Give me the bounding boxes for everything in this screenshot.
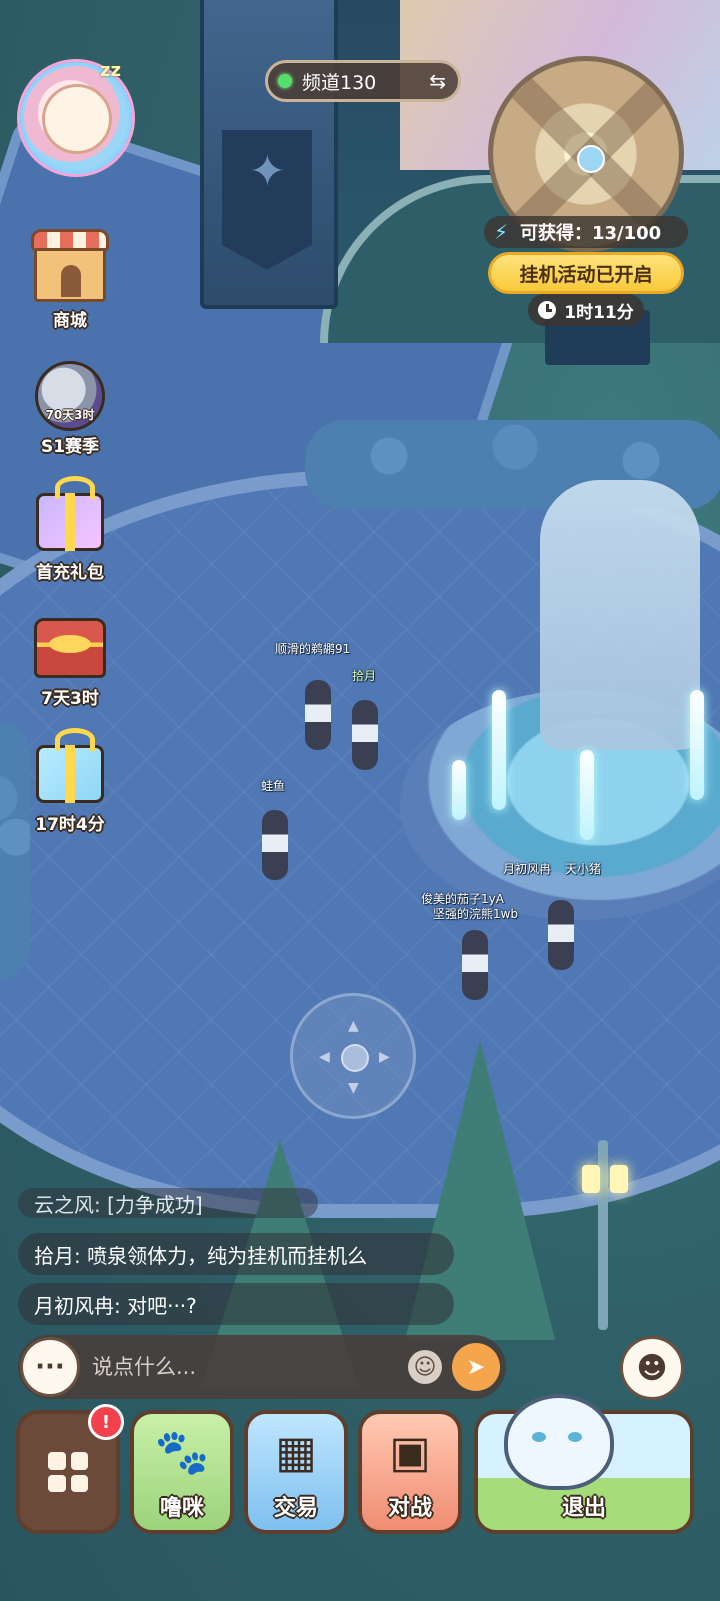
battle-label: 对战 [387, 1496, 432, 1521]
gift-box-icon [30, 476, 110, 562]
arrow-right-icon: ▶ [379, 1049, 390, 1065]
lightning-bolt-icon: ⚡ [493, 220, 509, 244]
idle-activity-badge[interactable]: 挂机活动已开启 [488, 252, 684, 294]
season-label: S1赛季 [40, 437, 100, 457]
chat-input[interactable] [80, 1342, 408, 1392]
lamp-light [582, 1165, 600, 1193]
player-name: 顺滑的鹈鹕91 [275, 642, 351, 656]
chest-countdown: 7天3时 [41, 689, 99, 709]
arrow-down-icon: ▼ [348, 1080, 359, 1096]
gift-box-icon [30, 728, 110, 814]
timed-gift-button[interactable]: 17时4分 [22, 728, 118, 835]
battle-cards-icon: ▣ [389, 1426, 431, 1478]
grid-menu-icon [48, 1452, 88, 1492]
idle-timer: 1时11分 [528, 294, 644, 326]
first-pack-label: 首充礼包 [36, 563, 104, 583]
castle-tower: ✦ [200, 0, 338, 309]
player-marker-icon [577, 145, 605, 173]
season-countdown: 70天3时 [45, 408, 95, 422]
season-button[interactable]: 70天3时 S1赛季 [22, 356, 118, 457]
notification-badge: ! [88, 1404, 124, 1440]
battle-button[interactable]: ▣ 对战 [358, 1410, 462, 1534]
player-character[interactable] [548, 900, 574, 970]
water-jet [580, 750, 594, 840]
arrow-left-icon: ◀ [319, 1049, 330, 1065]
swap-arrows-icon[interactable]: ⇆ [429, 69, 446, 93]
obtain-label: 可获得：13/100 [520, 223, 662, 244]
main-menu-button[interactable]: ! [16, 1404, 124, 1534]
cat-mascot-icon [504, 1394, 614, 1490]
water-jet [452, 760, 466, 820]
ellipsis-icon[interactable]: ··· [20, 1337, 80, 1397]
chat-message: 拾月: 喷泉领体力，纯为挂机而挂机么 [18, 1233, 454, 1275]
exit-label: 退出 [561, 1496, 606, 1521]
emote-wave-icon[interactable]: ☻ [620, 1336, 684, 1400]
channel-label: 频道130 [302, 71, 377, 94]
player-name: 拾月 [352, 669, 377, 683]
gift-countdown: 17时4分 [35, 815, 105, 835]
timer-label: 1时11分 [564, 302, 634, 323]
sheep-face-icon [42, 84, 112, 154]
shop-label: 商城 [53, 311, 87, 331]
virtual-joystick[interactable]: ▲ ▼ ◀ ▶ [290, 993, 416, 1119]
arrow-up-icon: ▲ [348, 1018, 359, 1034]
online-dot-icon [278, 74, 292, 88]
knight-helmet-icon [30, 356, 110, 436]
player-name: 天小猪 [565, 862, 602, 876]
paper-plane-icon[interactable]: ➤ [452, 1343, 500, 1391]
water-jet [492, 690, 506, 810]
pet-bowl-icon: 🐾 [154, 1427, 210, 1478]
chat-message: 月初风冉: 对吧···? [18, 1283, 454, 1325]
trade-button[interactable]: ▦ 交易 [244, 1410, 348, 1534]
pet-button[interactable]: 🐾 噜咪 [130, 1410, 234, 1534]
pet-label: 噜咪 [159, 1496, 204, 1521]
treasure-chest-button[interactable]: 7天3时 [22, 608, 118, 709]
player-name: 坚强的浣熊1wb [433, 907, 519, 921]
chat-input-bar: ··· ☺ ➤ [18, 1335, 506, 1399]
player-avatar[interactable]: zz [20, 60, 132, 174]
shop-button[interactable]: 商城 [22, 229, 118, 331]
chat-message: 云之风: [力争成功] [18, 1188, 318, 1218]
clock-icon [538, 301, 557, 319]
player-name: 蛙鱼 [261, 779, 286, 793]
player-character[interactable] [305, 680, 331, 750]
energy-obtain-counter: ⚡ 可获得：13/100 [484, 216, 688, 248]
sleep-zzz-icon: zz [100, 60, 121, 81]
smiley-icon[interactable]: ☺ [408, 1350, 442, 1384]
player-name: 月初风冉 [503, 862, 552, 876]
exit-button[interactable]: 退出 [474, 1394, 694, 1534]
trade-label: 交易 [273, 1496, 318, 1521]
player-character[interactable] [462, 930, 488, 1000]
self-character[interactable] [262, 810, 288, 880]
trade-machine-icon: ▦ [275, 1426, 317, 1478]
fountain-statue [540, 480, 700, 750]
lamp-light [610, 1165, 628, 1193]
joystick-knob[interactable] [341, 1044, 369, 1072]
water-jet [690, 690, 704, 800]
treasure-chest-icon [30, 608, 110, 688]
channel-switcher[interactable]: 频道130 ⇆ [265, 60, 461, 102]
first-recharge-pack-button[interactable]: 首充礼包 [22, 476, 118, 583]
star-emblem-icon: ✦ [249, 146, 286, 197]
player-character[interactable] [352, 700, 378, 770]
shop-icon [30, 229, 110, 310]
